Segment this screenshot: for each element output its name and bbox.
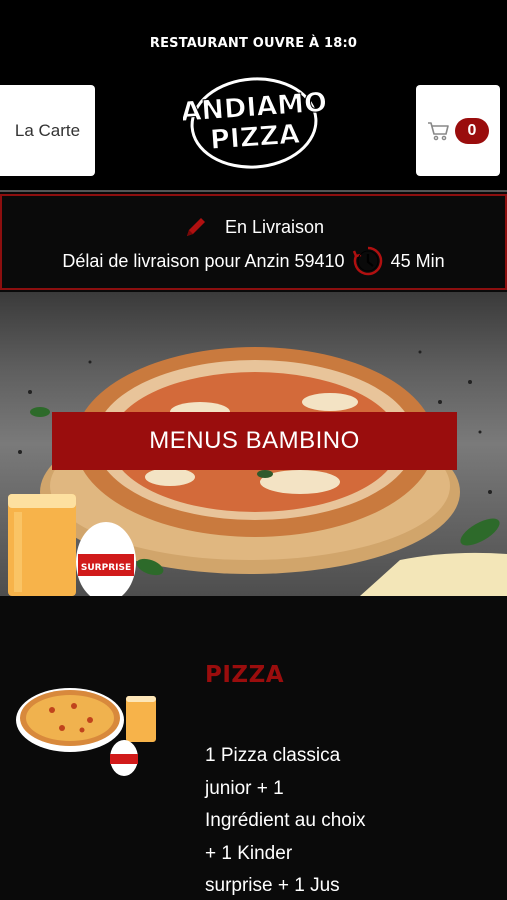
kinder-egg-label: SURPRISE <box>81 563 131 573</box>
product-section: PIZZA 1 Pizza classica junior + 1 Ingréd… <box>0 596 507 900</box>
header-divider <box>0 190 507 192</box>
opening-banner: RESTAURANT OUVRE À 18:0 <box>149 36 358 51</box>
cart-count-badge: 0 <box>455 117 489 144</box>
andiamo-pizza-logo[interactable]: ANDIAMO PIZZA <box>183 66 325 174</box>
delivery-mode-row: En Livraison <box>2 214 505 240</box>
cart-button[interactable]: 0 <box>416 85 500 176</box>
product-image[interactable] <box>12 678 162 788</box>
clock-icon <box>352 246 382 276</box>
hero-banner[interactable]: SURPRISE MENUS BAMBINO <box>0 292 507 596</box>
delivery-delay-row: Délai de livraison pour Anzin 59410 45 M… <box>2 244 505 278</box>
cart-icon <box>428 121 449 140</box>
delivery-delay-text: Délai de livraison pour Anzin 59410 <box>62 250 345 271</box>
delivery-delay-value: 45 Min <box>390 250 445 271</box>
product-title: PIZZA <box>205 662 285 688</box>
logo-text-pizza: PIZZA <box>209 119 301 156</box>
top-header: RESTAURANT OUVRE À 18:0 La Carte ANDIAMO… <box>0 0 507 190</box>
product-description: 1 Pizza classica junior + 1 Ingrédient a… <box>205 745 366 896</box>
menus-bambino-title[interactable]: MENUS BAMBINO <box>52 412 457 470</box>
delivery-mode-label: En Livraison <box>224 216 325 237</box>
pencil-icon <box>186 218 205 236</box>
la-carte-button[interactable]: La Carte <box>0 85 95 176</box>
delivery-info-box[interactable]: En Livraison Délai de livraison pour Anz… <box>0 194 507 290</box>
